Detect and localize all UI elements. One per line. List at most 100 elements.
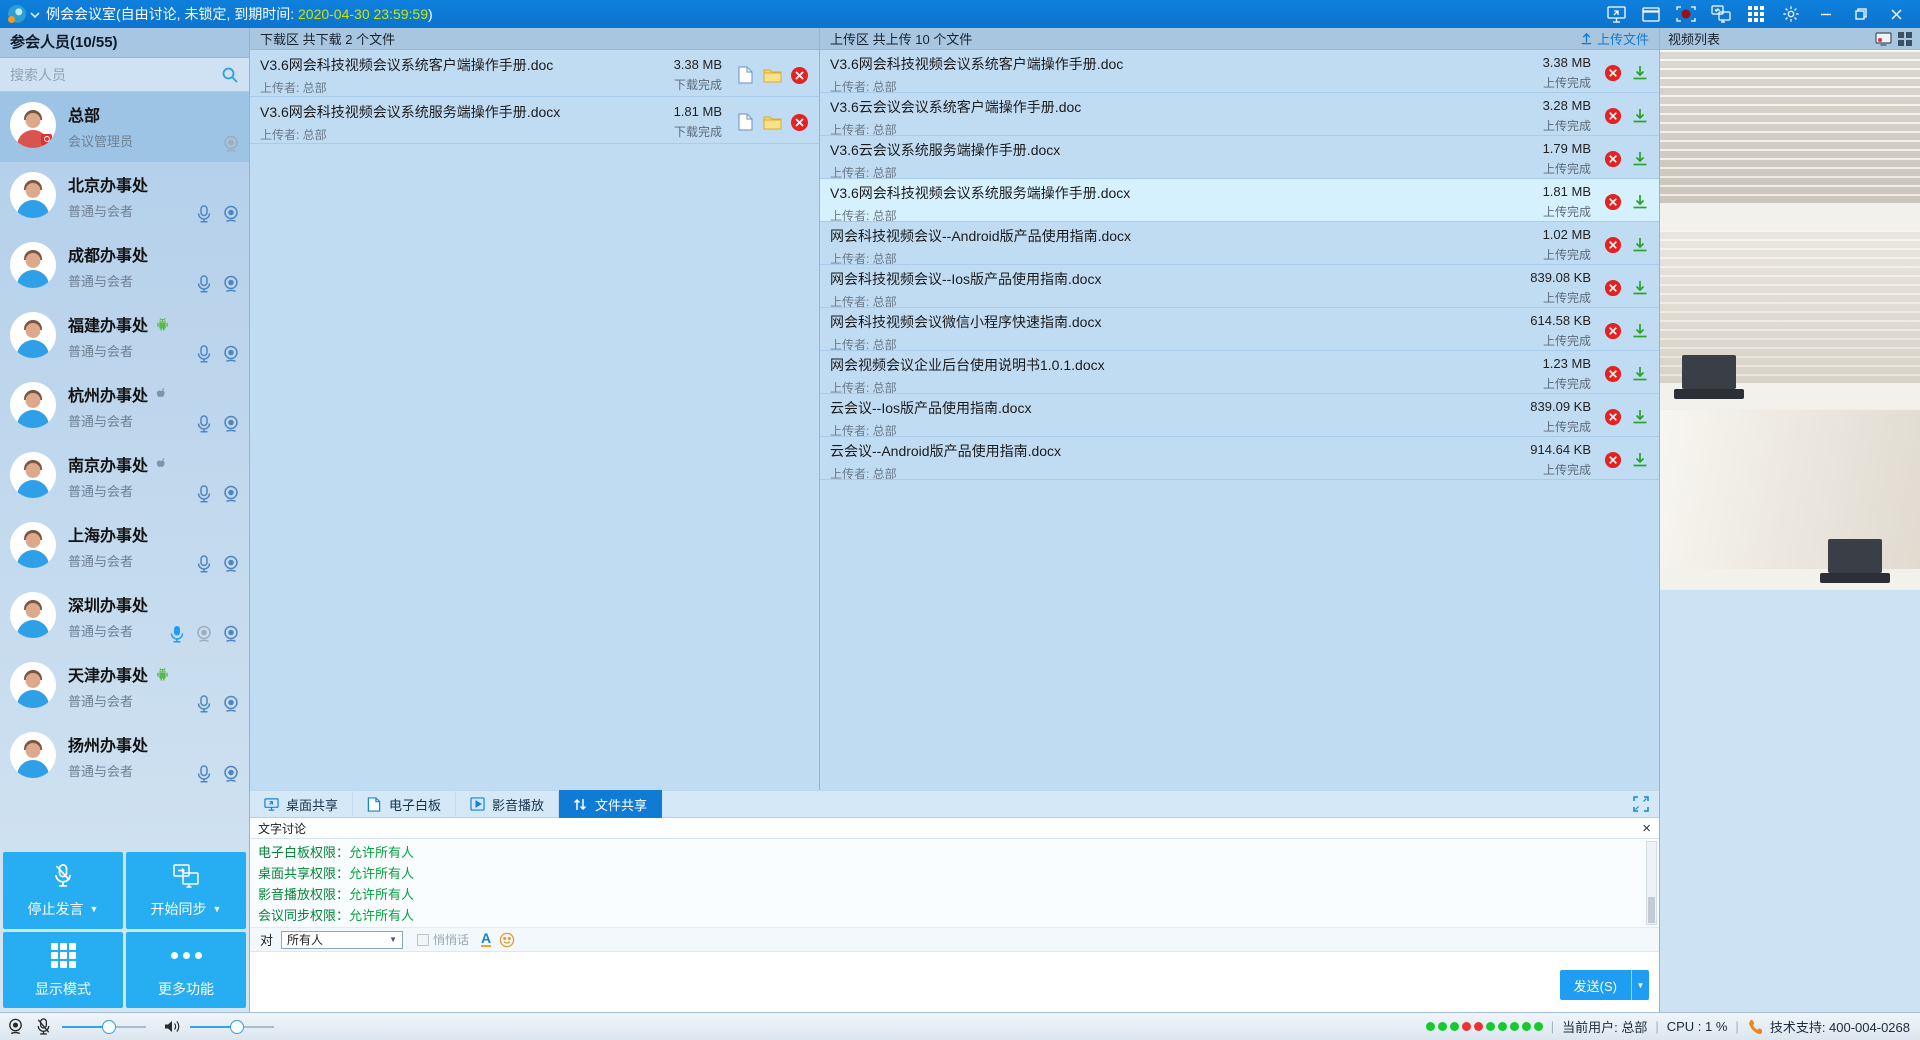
open-folder-icon[interactable] [763,66,782,85]
participant-search-input[interactable]: 搜索人员 [0,58,249,92]
chat-recipient-select[interactable]: 所有人 ▼ [281,931,403,949]
download-file-icon[interactable] [1630,193,1649,212]
delete-file-icon[interactable] [1603,64,1622,83]
download-file-icon[interactable] [1630,322,1649,341]
participant-row[interactable]: 南京办事处 普通与会者 [0,442,249,512]
camera-disabled-icon[interactable] [221,134,241,154]
screen-share-icon[interactable] [1606,4,1626,24]
download-file-icon[interactable] [1630,451,1649,470]
upload-file-row[interactable]: 云会议--Android版产品使用指南.docx 上传者: 总部 914.64 … [820,437,1659,480]
participant-row[interactable]: 成都办事处 普通与会者 [0,232,249,302]
settings-gear-icon[interactable] [1781,4,1801,24]
delete-file-icon[interactable] [1603,193,1622,212]
sync-screens-icon[interactable] [1711,4,1731,24]
record-icon[interactable] [1676,4,1696,24]
mic-icon[interactable] [194,484,214,504]
download-file-icon[interactable] [1630,150,1649,169]
camera-icon[interactable] [221,624,241,644]
delete-file-icon[interactable] [790,66,809,85]
dropdown-arrow-icon[interactable]: ▼ [213,904,222,914]
speaker-icon[interactable] [163,1018,181,1035]
close-button[interactable] [1886,4,1906,24]
share-tab[interactable]: 文件共享 [559,790,662,818]
delete-file-icon[interactable] [790,113,809,132]
participant-row[interactable]: 福建办事处 普通与会者 [0,302,249,372]
download-file-icon[interactable] [1630,236,1649,255]
camera-icon[interactable] [221,344,241,364]
download-file-icon[interactable] [1630,64,1649,83]
checkbox-icon[interactable] [417,934,429,946]
chat-message-area[interactable]: 电子白板权限：允许所有人 桌面共享权限：允许所有人 影音播放权限：允许所有人 会… [250,839,1659,928]
delete-file-icon[interactable] [1603,322,1622,341]
participant-row[interactable]: 深圳办事处 普通与会者 [0,582,249,652]
camera-icon[interactable] [221,204,241,224]
download-file-row[interactable]: V3.6网会科技视频会议系统服务端操作手册.docx 上传者: 总部 1.81 … [250,97,819,144]
delete-file-icon[interactable] [1603,408,1622,427]
download-file-icon[interactable] [1630,408,1649,427]
send-button[interactable]: 发送(S) ▼ [1560,970,1649,1000]
sidebar-action-button[interactable]: 停止发言▼ [3,852,123,929]
video-thumbnail[interactable] [1660,410,1920,590]
upload-file-link[interactable]: 上传文件 [1580,29,1649,48]
upload-file-row[interactable]: V3.6网会科技视频会议系统服务端操作手册.docx 上传者: 总部 1.81 … [820,179,1659,222]
participant-row[interactable]: 扬州办事处 普通与会者 [0,722,249,792]
delete-file-icon[interactable] [1603,279,1622,298]
upload-file-row[interactable]: 网会科技视频会议--Android版产品使用指南.docx 上传者: 总部 1.… [820,222,1659,265]
mic-icon[interactable] [194,414,214,434]
camera-icon[interactable] [221,274,241,294]
participant-row[interactable]: 北京办事处 普通与会者 [0,162,249,232]
download-file-icon[interactable] [1630,279,1649,298]
video-thumbnail[interactable] [1660,230,1920,410]
upload-file-row[interactable]: 网会科技视频会议微信小程序快速指南.docx 上传者: 总部 614.58 KB… [820,308,1659,351]
chat-scrollbar-thumb[interactable] [1648,897,1655,923]
layout-grid-icon[interactable] [1898,32,1912,46]
upload-file-row[interactable]: V3.6云会议系统服务端操作手册.docx 上传者: 总部 1.79 MB 上传… [820,136,1659,179]
sidebar-action-button[interactable]: 显示模式▼ [3,932,123,1009]
mic-icon[interactable] [194,694,214,714]
delete-file-icon[interactable] [1603,236,1622,255]
mic-icon[interactable] [194,204,214,224]
share-tab[interactable]: 电子白板 [353,790,456,818]
download-file-icon[interactable] [1630,107,1649,126]
open-folder-icon[interactable] [763,113,782,132]
delete-file-icon[interactable] [1603,451,1622,470]
upload-file-row[interactable]: 云会议--Ios版产品使用指南.docx 上传者: 总部 839.09 KB 上… [820,394,1659,437]
download-file-row[interactable]: V3.6网会科技视频会议系统客户端操作手册.doc 上传者: 总部 3.38 M… [250,50,819,97]
upload-file-row[interactable]: V3.6网会科技视频会议系统客户端操作手册.doc 上传者: 总部 3.38 M… [820,50,1659,93]
delete-file-icon[interactable] [1603,150,1622,169]
share-tab[interactable]: 桌面共享 [250,790,353,818]
send-dropdown-icon[interactable]: ▼ [1631,970,1649,1000]
dropdown-arrow-icon[interactable]: ▼ [90,904,99,914]
mic-icon[interactable] [194,344,214,364]
upload-file-row[interactable]: 网会视频会议企业后台使用说明书1.0.1.docx 上传者: 总部 1.23 M… [820,351,1659,394]
dialpad-icon[interactable] [1746,4,1766,24]
mic-volume-slider[interactable] [62,1020,146,1034]
participant-row[interactable]: 总部 会议管理员 [0,92,249,162]
sidebar-action-button[interactable]: 更多功能▼ [126,932,246,1009]
camera-icon[interactable] [221,764,241,784]
chat-compose-area[interactable]: 发送(S) ▼ [250,952,1659,1012]
mic-icon[interactable] [194,274,214,294]
camera-icon[interactable] [221,414,241,434]
webcam-icon[interactable] [6,1017,25,1036]
camera-icon[interactable] [221,694,241,714]
upload-file-row[interactable]: V3.6云会议会议系统客户端操作手册.doc 上传者: 总部 3.28 MB 上… [820,93,1659,136]
upload-file-row[interactable]: 网会科技视频会议--Ios版产品使用指南.docx 上传者: 总部 839.08… [820,265,1659,308]
whisper-checkbox[interactable]: 悄悄话 [417,931,469,948]
camera-disabled-icon[interactable] [194,624,214,644]
delete-file-icon[interactable] [1603,107,1622,126]
chat-close-icon[interactable]: × [1642,821,1651,836]
participant-row[interactable]: 天津办事处 普通与会者 [0,652,249,722]
speaker-volume-knob[interactable] [230,1020,244,1034]
send-button-label[interactable]: 发送(S) [1560,970,1631,1000]
minimize-button[interactable] [1816,4,1836,24]
mic-volume-knob[interactable] [102,1020,116,1034]
speaker-volume-slider[interactable] [190,1020,274,1034]
camera-icon[interactable] [221,554,241,574]
delete-file-icon[interactable] [1603,365,1622,384]
window-mode-icon[interactable] [1641,4,1661,24]
camera-icon[interactable] [221,484,241,504]
chevron-down-icon[interactable] [30,12,40,19]
open-file-icon[interactable] [736,66,755,85]
share-tab[interactable]: 影音播放 [456,790,559,818]
